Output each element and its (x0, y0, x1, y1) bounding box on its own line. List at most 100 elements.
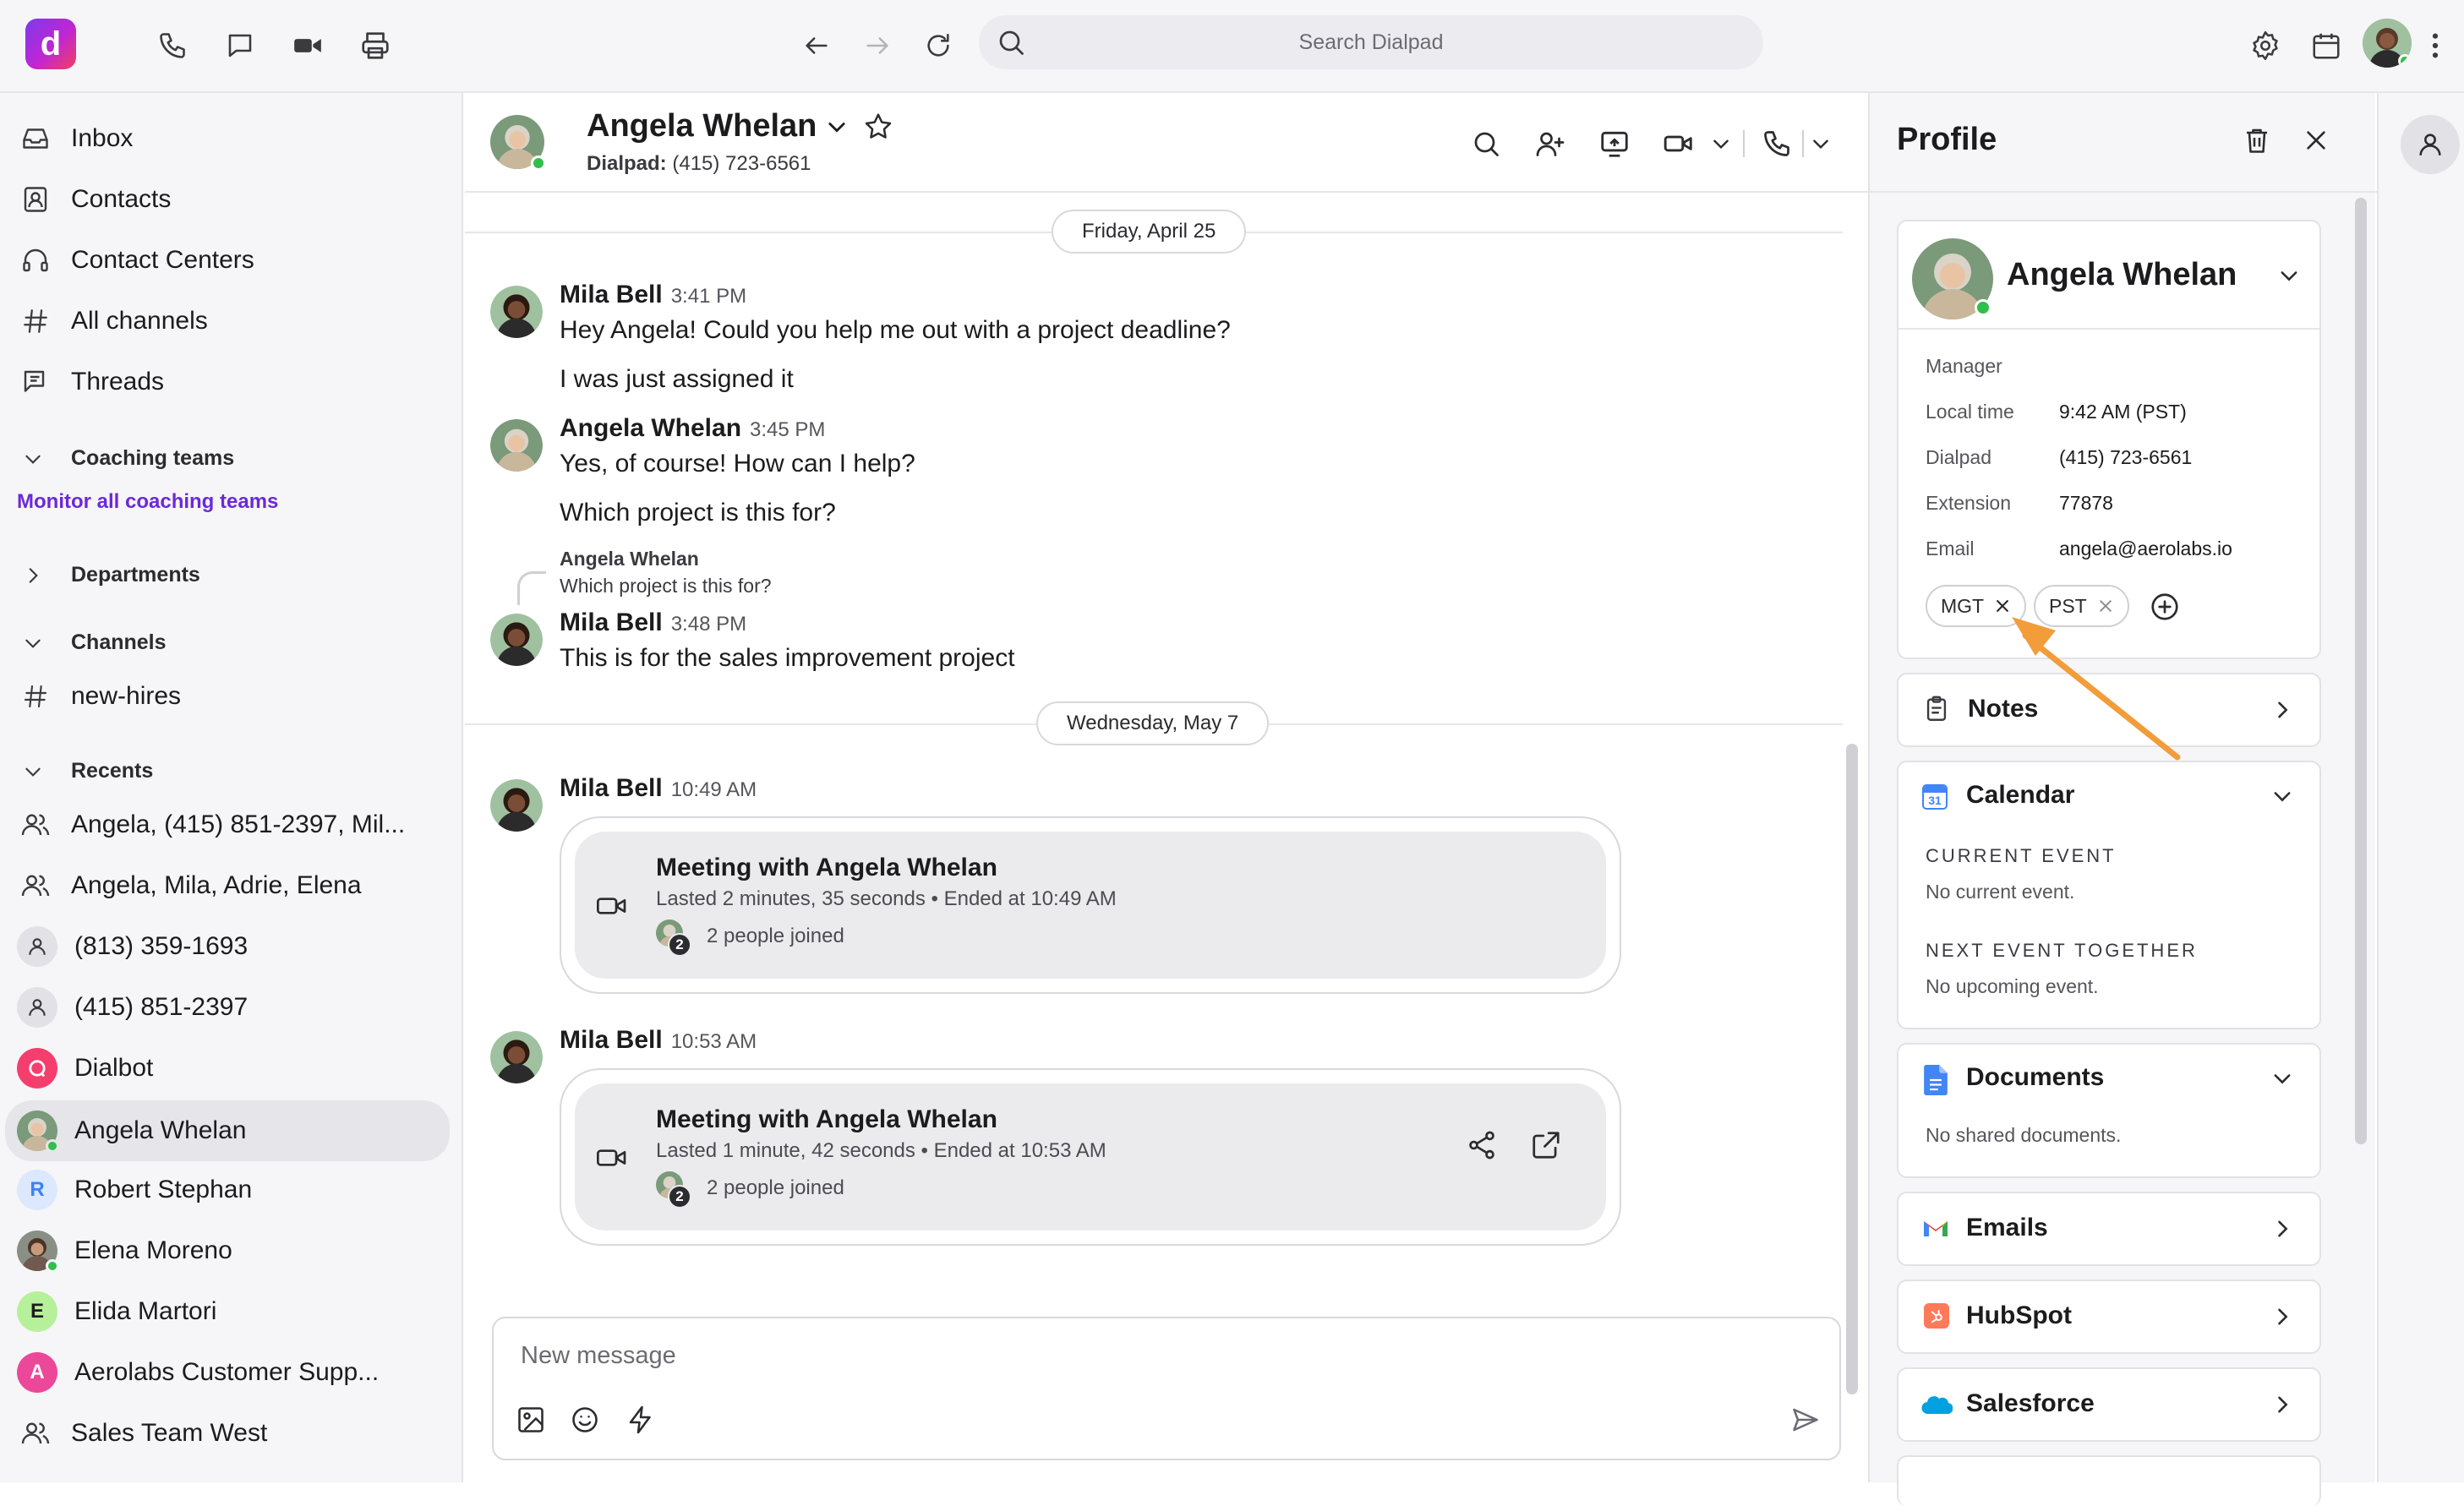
recent-item-angela-whelan[interactable]: Angela Whelan (5, 1100, 450, 1161)
user-avatar[interactable] (2363, 19, 2412, 68)
avatar[interactable] (490, 614, 543, 666)
recent-item-robert-stephan[interactable]: R Robert Stephan (17, 1165, 448, 1215)
recent-item-elena-moreno[interactable]: Elena Moreno (17, 1225, 448, 1276)
avatar (17, 1230, 59, 1273)
channel-new-hires[interactable]: new-hires (17, 671, 448, 722)
meeting-joined: 2 people joined (707, 1176, 844, 1199)
meeting-card[interactable]: Meeting with Angela Whelan Lasted 1 minu… (560, 1068, 1621, 1246)
avatar[interactable] (490, 1031, 543, 1083)
salesforce-section[interactable]: Salesforce (1897, 1367, 2321, 1442)
participant-count: 2 (668, 1185, 691, 1209)
hubspot-section[interactable]: HubSpot (1897, 1280, 2321, 1354)
sidebar-item-contacts[interactable]: Contacts (17, 174, 448, 225)
contacts-icon (17, 181, 54, 218)
reload-icon[interactable] (915, 22, 962, 69)
chevron-down-icon (22, 761, 47, 783)
channels-header[interactable]: Channels (22, 630, 167, 655)
chevron-down-icon (22, 448, 47, 470)
sidebar-item-threads[interactable]: Threads (17, 357, 448, 407)
video-options-chevron-icon[interactable] (1706, 123, 1736, 164)
screen-share-icon[interactable] (1594, 123, 1635, 164)
next-event-caption: NEXT EVENT TOGETHER (1926, 940, 2198, 961)
chevron-down-icon (825, 115, 849, 139)
settings-gear-icon[interactable] (2242, 22, 2289, 69)
profile-panel: Profile Angela Whelan Manager Local time… (1868, 93, 2377, 1506)
star-icon[interactable] (862, 111, 894, 143)
recents-header[interactable]: Recents (22, 759, 153, 783)
person-icon (17, 926, 57, 967)
chevron-right-icon (2270, 1393, 2294, 1416)
recent-item-elida-martori[interactable]: E Elida Martori (17, 1286, 448, 1337)
more-vertical-icon[interactable] (2423, 22, 2448, 69)
call-icon[interactable] (1756, 123, 1797, 164)
meeting-title: Meeting with Angela Whelan (656, 1105, 997, 1133)
search-input[interactable]: Search Dialpad (979, 15, 1763, 69)
conversation-header: Angela Whelan Dialpad: (415) 723-6561 (465, 93, 1868, 193)
contact-name-dropdown[interactable]: Angela Whelan (587, 108, 894, 145)
composer-placeholder: New message (521, 1342, 676, 1369)
chevron-right-icon (2270, 1217, 2294, 1241)
video-icon (595, 1141, 629, 1175)
chevron-down-icon[interactable] (2270, 1067, 2294, 1090)
sidebar-item-all-channels[interactable]: All channels (17, 296, 448, 346)
dialbot-icon (17, 1048, 57, 1089)
call-options-chevron-icon[interactable] (1806, 123, 1836, 164)
video-call-icon[interactable] (1658, 123, 1699, 164)
message-icon[interactable] (216, 22, 264, 69)
recent-item-sales-team-west[interactable]: Sales Team West (17, 1408, 448, 1459)
reply-connector (517, 571, 546, 605)
recent-item-dialbot[interactable]: Dialbot (17, 1043, 448, 1094)
chevron-right-icon (22, 565, 47, 587)
date-pill: Wednesday, May 7 (1036, 701, 1270, 745)
section-title: Salesforce (1966, 1389, 2095, 1417)
calendar-icon[interactable] (2303, 22, 2350, 69)
search-icon[interactable] (1466, 123, 1506, 164)
reply-quote-text[interactable]: Which project is this for? (560, 575, 772, 597)
recent-item-aerolabs-support[interactable]: A Aerolabs Customer Supp... (17, 1347, 448, 1398)
top-bar: d Search Dialpad (0, 0, 2464, 93)
emails-section[interactable]: Emails (1897, 1192, 2321, 1266)
meeting-card[interactable]: Meeting with Angela Whelan Lasted 2 minu… (560, 816, 1621, 994)
sidebar-item-contact-centers[interactable]: Contact Centers (17, 235, 448, 286)
salesforce-cloud-icon (1920, 1393, 1953, 1416)
image-icon[interactable] (516, 1405, 546, 1435)
monitor-coaching-link[interactable]: Monitor all coaching teams (17, 490, 278, 514)
reply-quote-name: Angela Whelan (560, 548, 699, 570)
more-section (1897, 1455, 2321, 1506)
share-icon[interactable] (1466, 1129, 1498, 1161)
open-external-icon[interactable] (1530, 1129, 1562, 1161)
recent-item[interactable]: (415) 851-2397 (17, 982, 448, 1033)
recent-item[interactable]: (813) 359-1693 (17, 921, 448, 972)
emoji-icon[interactable] (570, 1405, 600, 1435)
sidebar-item-inbox[interactable]: Inbox (17, 113, 448, 164)
message-text: Hey Angela! Could you help me out with a… (560, 316, 1231, 344)
sidebar: Inbox Contacts Contact Centers All chann… (0, 93, 463, 1482)
lightning-icon[interactable] (626, 1405, 656, 1435)
section-title: Documents (1966, 1063, 2105, 1091)
message-text: This is for the sales improvement projec… (560, 644, 1015, 672)
coaching-teams-header[interactable]: Coaching teams (22, 446, 234, 471)
recent-item[interactable]: Angela, Mila, Adrie, Elena (17, 860, 448, 911)
print-icon[interactable] (352, 22, 399, 69)
headset-icon (17, 242, 54, 279)
participant-count: 2 (668, 933, 691, 957)
departments-header[interactable]: Departments (22, 563, 200, 587)
dialpad-logo[interactable]: d (25, 19, 76, 69)
message-composer[interactable]: New message (492, 1317, 1841, 1460)
send-icon[interactable] (1790, 1405, 1821, 1435)
message-text: Yes, of course! How can I help? (560, 450, 915, 477)
video-icon[interactable] (284, 22, 331, 69)
forward-arrow-icon[interactable] (854, 22, 901, 69)
phone-icon[interactable] (149, 22, 196, 69)
recent-item[interactable]: Angela, (415) 851-2397, Mil... (17, 799, 448, 850)
profile-person-icon[interactable] (2401, 115, 2460, 174)
avatar[interactable] (490, 419, 543, 472)
contact-avatar[interactable] (490, 115, 546, 171)
back-arrow-icon[interactable] (793, 22, 840, 69)
add-person-icon[interactable] (1530, 123, 1571, 164)
avatar[interactable] (490, 779, 543, 832)
avatar: E (17, 1291, 57, 1332)
chat-scrollbar[interactable] (1846, 744, 1858, 1394)
chevron-down-icon (22, 632, 47, 654)
avatar[interactable] (490, 286, 543, 338)
